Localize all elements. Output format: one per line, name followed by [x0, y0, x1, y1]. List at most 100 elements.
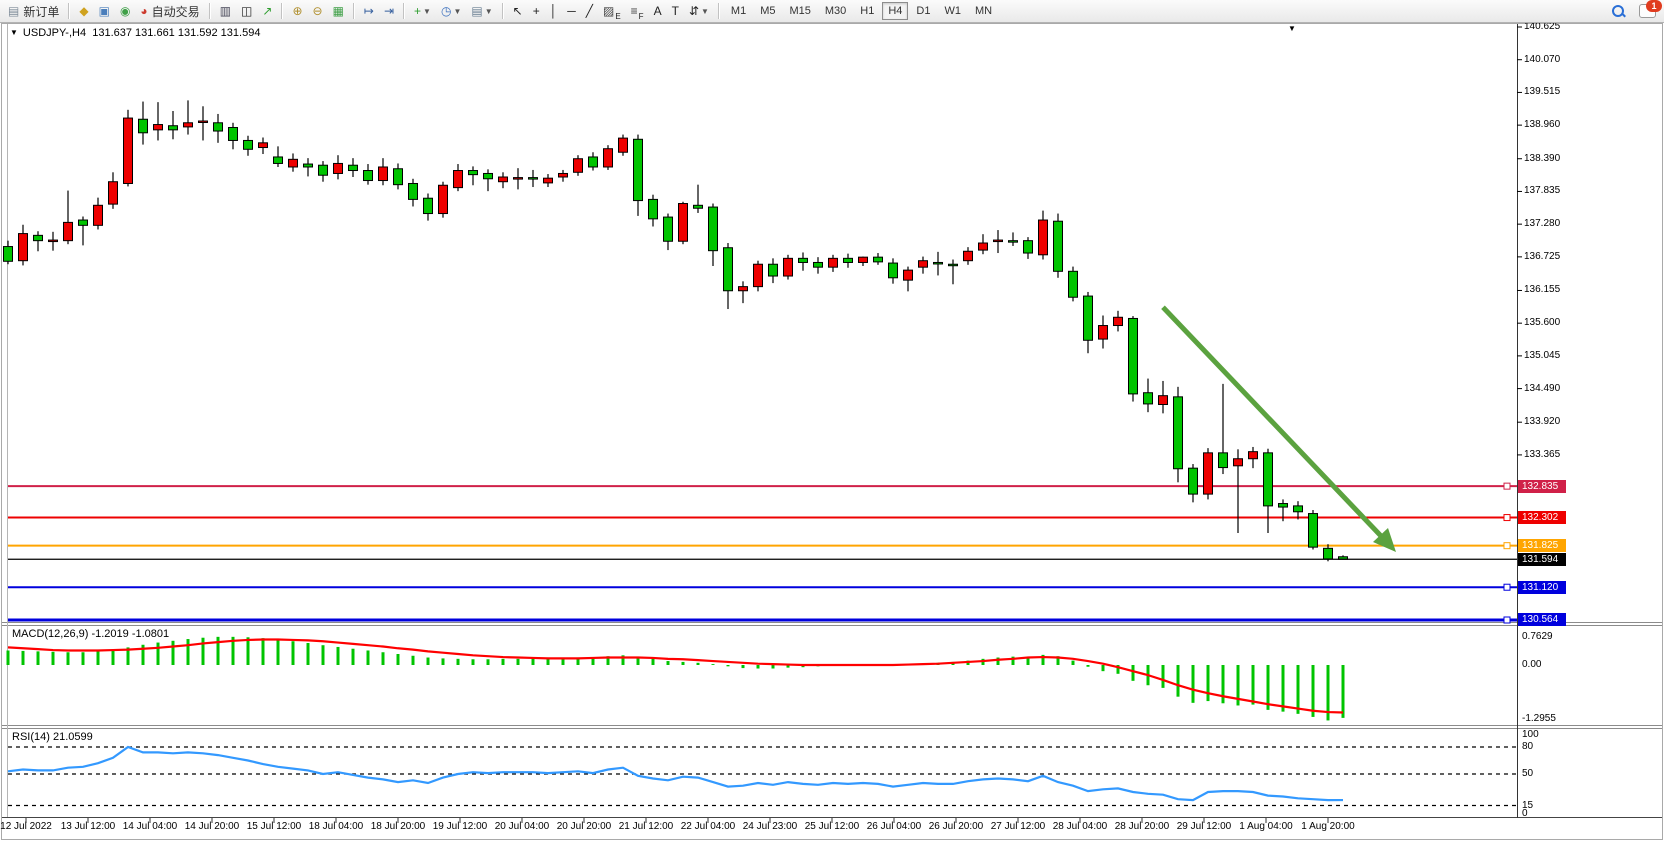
timeframe-h4[interactable]: H4	[882, 2, 908, 20]
timeframe-w1[interactable]: W1	[938, 2, 967, 20]
timeframe-m1[interactable]: M1	[725, 2, 752, 20]
timeframe-mn[interactable]: MN	[969, 2, 998, 20]
candle	[814, 262, 823, 267]
dropdown-arrow-icon[interactable]: ▼	[423, 7, 431, 16]
candle	[199, 121, 208, 123]
data-window-button[interactable]: ▣	[95, 1, 114, 22]
line-anchor-marker[interactable]	[1504, 543, 1510, 549]
search-icon[interactable]	[1612, 5, 1625, 18]
macd-indicator-label: MACD(12,26,9) -1.2019 -1.0801	[12, 628, 169, 640]
chat-icon[interactable]: 1	[1639, 4, 1656, 18]
indicators-button[interactable]: +▼	[410, 1, 435, 22]
text-label-button[interactable]: T	[668, 1, 683, 22]
candle	[94, 205, 103, 225]
candle	[394, 169, 403, 185]
candle	[1294, 506, 1303, 512]
candle	[1324, 548, 1333, 559]
periods-button[interactable]: ◷▼	[437, 1, 465, 22]
crosshair-button[interactable]: +	[529, 1, 544, 22]
candle	[1009, 241, 1018, 243]
timeframe-m5[interactable]: M5	[754, 2, 781, 20]
line-anchor-marker[interactable]	[1504, 617, 1510, 623]
candle	[514, 178, 523, 180]
candle	[979, 243, 988, 250]
autotrading-button[interactable]: ◕自动交易	[136, 1, 203, 22]
timeframe-d1[interactable]: D1	[910, 2, 936, 20]
candle	[1264, 453, 1273, 506]
line-anchor-marker[interactable]	[1504, 515, 1510, 521]
trendline-button-icon: ╱	[586, 5, 593, 17]
bar-chart-button[interactable]: ▥	[216, 1, 235, 22]
horizontal-line-button[interactable]: ─	[563, 1, 580, 22]
zoom-in-button[interactable]: ⊕	[288, 1, 306, 22]
candle	[1309, 514, 1318, 548]
candlestick-chart-button-icon: ◫	[241, 5, 252, 17]
chart-canvas[interactable]	[0, 0, 1664, 841]
cursor-button[interactable]: ↖	[509, 1, 527, 22]
line-anchor-marker[interactable]	[1504, 483, 1510, 489]
line-chart-button-icon: ↗	[262, 5, 272, 17]
candle	[874, 257, 883, 262]
candle	[784, 258, 793, 276]
line-anchor-marker[interactable]	[1504, 584, 1510, 590]
candle	[1159, 396, 1168, 405]
chart-symbol-period: USDJPY-,H4	[23, 27, 86, 39]
market-watch-button[interactable]: ◆	[75, 1, 92, 22]
auto-scroll-button[interactable]: ↦	[360, 1, 378, 22]
chart-shift-button[interactable]: ⇥	[380, 1, 398, 22]
text-button-icon: A	[654, 5, 662, 17]
candle	[289, 159, 298, 167]
candlestick-chart-button[interactable]: ◫	[237, 1, 256, 22]
candle	[364, 171, 373, 181]
equidistant-channel-button[interactable]: ▨E	[599, 1, 625, 22]
vertical-line-button[interactable]: │	[546, 1, 562, 22]
candle	[769, 264, 778, 276]
chart-shift-marker-icon[interactable]: ▼	[1288, 24, 1296, 33]
candle	[1129, 318, 1138, 393]
toolbar-separator	[281, 3, 283, 19]
candle	[1144, 393, 1153, 404]
timeframe-m15[interactable]: M15	[783, 2, 816, 20]
candle	[904, 270, 913, 280]
toolbar-separator	[353, 3, 355, 19]
candle	[574, 159, 583, 173]
candle	[64, 222, 73, 240]
new-order-button-icon: ▤	[8, 5, 19, 17]
text-button[interactable]: A	[650, 1, 666, 22]
indicators-button-icon: +	[414, 5, 421, 17]
zoom-out-button[interactable]: ⊖	[309, 1, 327, 22]
candle	[109, 182, 118, 204]
candle	[424, 198, 433, 213]
dropdown-arrow-icon[interactable]: ▼	[485, 7, 493, 16]
macd-signal-line	[8, 639, 1343, 712]
line-chart-button[interactable]: ↗	[258, 1, 276, 22]
candle	[1054, 221, 1063, 271]
navigator-button[interactable]: ◉	[116, 1, 134, 22]
timeframe-h1[interactable]: H1	[854, 2, 880, 20]
new-order-button-label: 新订单	[23, 3, 59, 20]
candle	[1084, 296, 1093, 340]
tile-windows-button[interactable]: ▦	[329, 1, 348, 22]
candle	[454, 171, 463, 188]
candle	[379, 167, 388, 181]
fibonacci-button[interactable]: ≡F	[627, 1, 648, 22]
candle	[829, 258, 838, 267]
candle	[799, 258, 808, 262]
arrows-button[interactable]: ⇵▼	[685, 1, 713, 22]
trendline-button[interactable]: ╱	[582, 1, 597, 22]
templates-button[interactable]: ▤▼	[467, 1, 496, 22]
candle	[409, 183, 418, 199]
candle	[634, 139, 643, 200]
zoom-in-button-icon: ⊕	[292, 5, 302, 17]
bar-chart-button-icon: ▥	[220, 5, 231, 17]
dropdown-arrow-icon[interactable]: ▼	[453, 7, 461, 16]
auto-scroll-button-icon: ↦	[364, 5, 374, 17]
timeframe-m30[interactable]: M30	[819, 2, 852, 20]
crosshair-button-icon: +	[533, 5, 540, 17]
candle	[349, 165, 358, 170]
new-order-button[interactable]: ▤ 新订单	[4, 1, 63, 22]
candle	[859, 257, 868, 262]
candle	[1249, 452, 1258, 459]
dropdown-arrow-icon[interactable]: ▼	[701, 7, 709, 16]
candle	[319, 165, 328, 175]
